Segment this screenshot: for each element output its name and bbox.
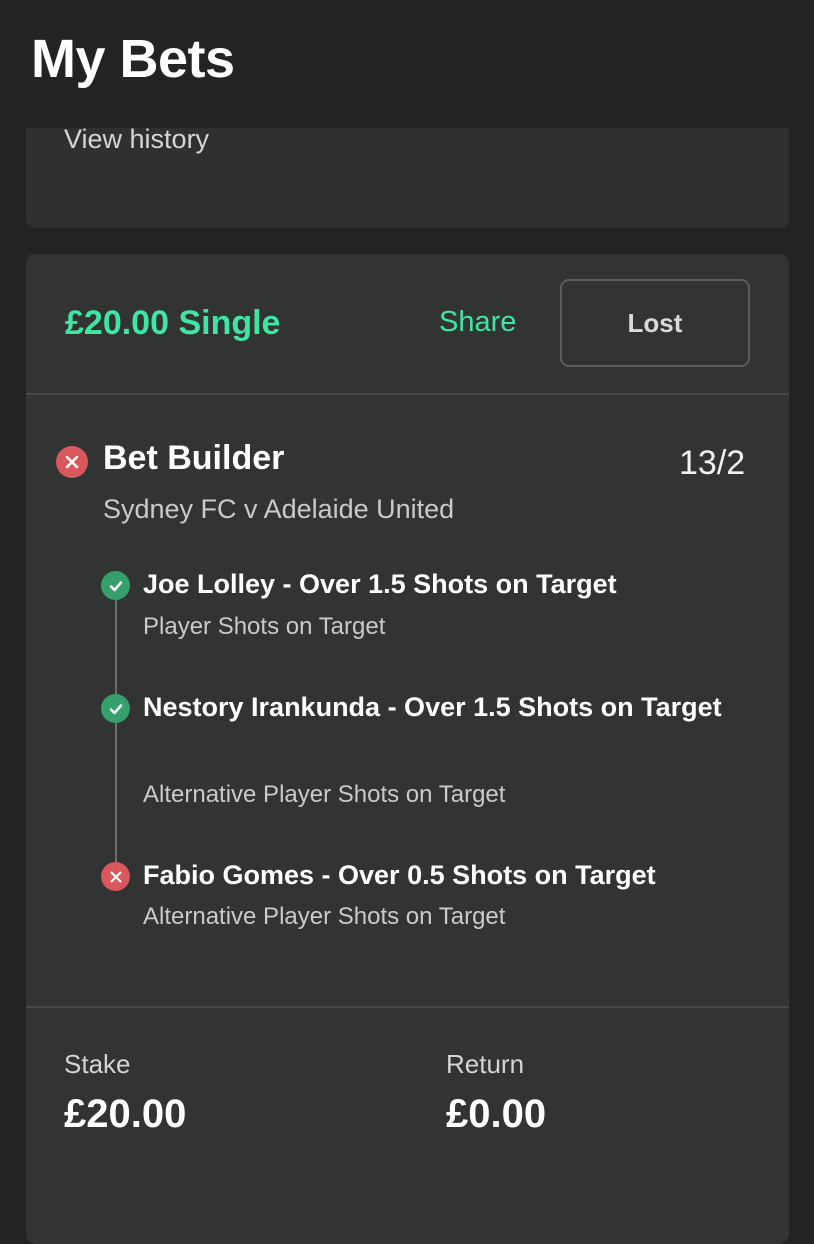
timeline-line [115, 584, 117, 876]
page-title: My Bets [31, 29, 235, 89]
bet-odds: 13/2 [679, 444, 746, 482]
bet-card: £20.00 Single Share Lost Bet Builder 13/… [26, 254, 789, 1244]
leg-market-label: Alternative Player Shots on Target [143, 903, 506, 930]
stake-value: £20.00 [64, 1092, 187, 1136]
leg-selection-title: Fabio Gomes - Over 0.5 Shots on Target [143, 860, 656, 890]
check-icon [101, 571, 130, 600]
divider [26, 1006, 789, 1008]
cross-icon [101, 862, 130, 891]
leg-selection-title: Nestory Irankunda - Over 1.5 Shots on Ta… [143, 692, 722, 722]
return-label: Return [446, 1049, 525, 1079]
cross-icon [56, 446, 88, 478]
bet-builder-title: Bet Builder [103, 439, 285, 477]
bet-amount-label: £20.00 Single [65, 304, 281, 342]
check-icon [101, 694, 130, 723]
divider [26, 393, 789, 395]
bet-status-badge: Lost [560, 279, 750, 367]
return-value: £0.00 [446, 1092, 547, 1136]
bet-card-header: £20.00 Single Share Lost [26, 254, 789, 393]
leg-market-label: Alternative Player Shots on Target [143, 781, 506, 808]
page-header: My Bets [0, 0, 814, 128]
share-button[interactable]: Share [439, 306, 516, 339]
leg-selection-title: Joe Lolley - Over 1.5 Shots on Target [143, 569, 617, 599]
leg-market-label: Player Shots on Target [143, 613, 386, 640]
view-history-link[interactable]: View history [64, 124, 209, 155]
stake-label: Stake [64, 1049, 131, 1079]
match-name: Sydney FC v Adelaide United [103, 494, 455, 524]
